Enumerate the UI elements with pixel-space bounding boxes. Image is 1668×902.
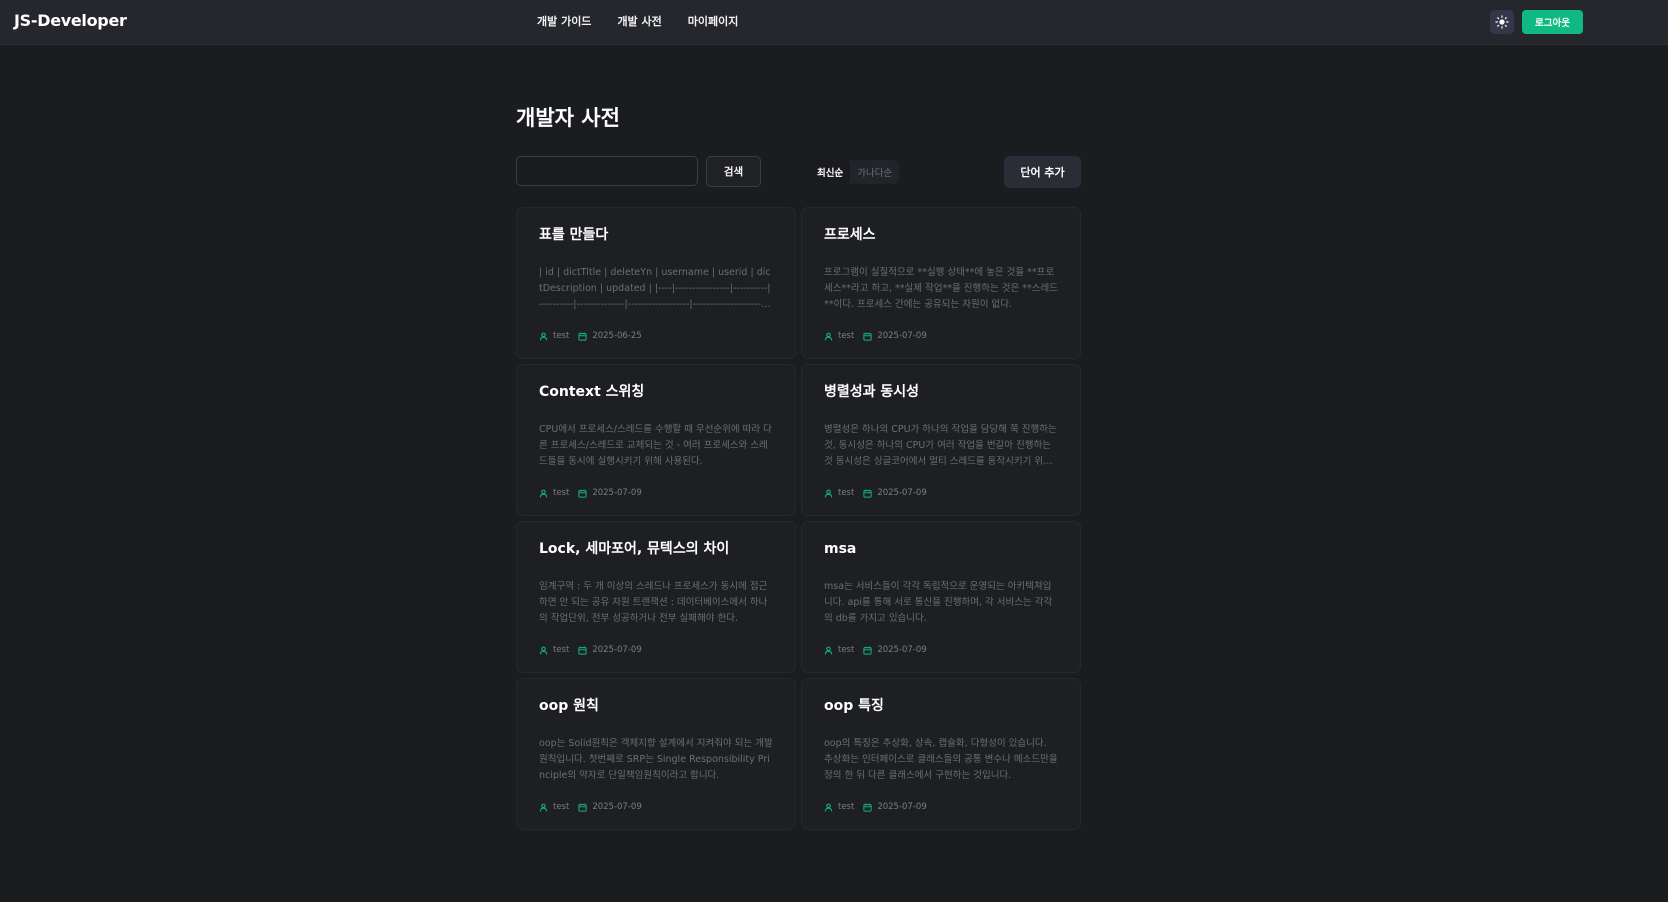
calendar-icon (578, 489, 587, 498)
dictionary-card[interactable]: Context 스위칭 CPU에서 프로세스/스레드를 수행할 때 우선순위에 … (516, 364, 796, 516)
card-title: 표를 만들다 (539, 227, 609, 243)
card-author: test (553, 802, 570, 812)
dictionary-card-grid: 표를 만들다 | id | dictTitle | deleteYn | use… (516, 207, 1081, 830)
search-input[interactable] (516, 156, 698, 186)
card-date: 2025-07-09 (592, 645, 642, 655)
user-icon (539, 332, 548, 340)
card-meta: test 2025-07-09 (824, 802, 927, 812)
user-icon (824, 803, 833, 811)
user-icon (539, 646, 548, 654)
calendar-icon (578, 332, 587, 341)
dictionary-card[interactable]: Lock, 세마포어, 뮤텍스의 차이 임계구역 : 두 개 이상의 스레드나 … (516, 521, 796, 673)
user-icon (539, 489, 548, 497)
user-icon (824, 646, 833, 654)
card-author: test (838, 488, 855, 498)
nav-item-dev-guide[interactable]: 개발 가이드 (537, 13, 591, 29)
card-description: oop는 Solid원칙은 객체지향 설계에서 지켜줘야 되는 개발원칙입니다.… (539, 738, 773, 781)
user-icon (824, 332, 833, 340)
card-meta: test 2025-07-09 (539, 645, 642, 655)
calendar-icon (863, 332, 872, 341)
sort-option-alphabetical[interactable]: 가나다순 (850, 160, 899, 184)
card-author: test (838, 331, 855, 341)
sort-toggle: 최신순 가나다순 (810, 160, 900, 184)
card-meta: test 2025-07-09 (824, 645, 927, 655)
dictionary-card[interactable]: oop 원칙 oop는 Solid원칙은 객체지향 설계에서 지켜줘야 되는 개… (516, 678, 796, 830)
card-title: 병렬성과 동시성 (824, 384, 920, 400)
calendar-icon (578, 646, 587, 655)
calendar-icon (863, 646, 872, 655)
card-title: Lock, 세마포어, 뮤텍스의 차이 (539, 541, 730, 557)
card-title: oop 특징 (824, 698, 884, 714)
card-meta: test 2025-07-09 (824, 488, 927, 498)
calendar-icon (863, 803, 872, 812)
user-icon (539, 803, 548, 811)
card-date: 2025-07-09 (592, 802, 642, 812)
sun-icon (1495, 15, 1509, 29)
calendar-icon (578, 803, 587, 812)
logout-button[interactable]: 로그아웃 (1522, 10, 1583, 34)
card-author: test (838, 802, 855, 812)
card-description: msa는 서비스들이 각각 독립적으로 운영되는 아키텍쳐입니다. api를 통… (824, 581, 1053, 624)
card-author: test (553, 331, 570, 341)
page-title: 개발자 사전 (516, 106, 620, 130)
sort-option-latest[interactable]: 최신순 (810, 160, 851, 184)
dictionary-card[interactable]: oop 특징 oop의 특징은 추상화, 상속, 캡슐화, 다형성이 있습니다.… (801, 678, 1081, 830)
card-date: 2025-07-09 (877, 488, 927, 498)
card-author: test (838, 645, 855, 655)
card-title: 프로세스 (824, 227, 876, 243)
card-date: 2025-07-09 (877, 802, 927, 812)
card-meta: test 2025-06-25 (539, 331, 642, 341)
user-icon (824, 489, 833, 497)
card-description: CPU에서 프로세스/스레드를 수행할 때 우선순위에 따라 다른 프로세스/스… (539, 424, 772, 467)
card-title: Context 스위칭 (539, 384, 645, 400)
calendar-icon (863, 489, 872, 498)
dictionary-card[interactable]: msa msa는 서비스들이 각각 독립적으로 운영되는 아키텍쳐입니다. ap… (801, 521, 1081, 673)
theme-toggle-button[interactable] (1490, 10, 1514, 34)
card-author: test (553, 488, 570, 498)
card-description: 임계구역 : 두 개 이상의 스레드나 프로세스가 동시에 접근하면 안 되는 … (539, 581, 768, 624)
dictionary-card[interactable]: 프로세스 프로그램이 실질적으로 **실행 상태**에 놓은 것을 **프로세스… (801, 207, 1081, 359)
dictionary-card[interactable]: 표를 만들다 | id | dictTitle | deleteYn | use… (516, 207, 796, 359)
card-description: 병렬성은 하나의 CPU가 하나의 작업을 담당해 쭉 진행하는 것, 동시성은… (824, 424, 1057, 467)
card-description: 프로그램이 실질적으로 **실행 상태**에 놓은 것을 **프로세스**라고 … (824, 267, 1058, 310)
card-title: oop 원칙 (539, 698, 599, 714)
card-description: | id | dictTitle | deleteYn | username |… (539, 267, 772, 310)
dictionary-card[interactable]: 병렬성과 동시성 병렬성은 하나의 CPU가 하나의 작업을 담당해 쭉 진행하… (801, 364, 1081, 516)
nav-item-mypage[interactable]: 마이페이지 (688, 13, 739, 29)
card-description: oop의 특징은 추상화, 상속, 캡슐화, 다형성이 있습니다. 추상화는 인… (824, 738, 1058, 781)
card-meta: test 2025-07-09 (539, 488, 642, 498)
card-date: 2025-07-09 (877, 331, 927, 341)
card-date: 2025-07-09 (877, 645, 927, 655)
card-meta: test 2025-07-09 (539, 802, 642, 812)
top-navbar: JS-Developer 개발 가이드 개발 사전 마이페이지 로그아웃 (0, 0, 1668, 45)
main-nav: 개발 가이드 개발 사전 마이페이지 (537, 13, 738, 29)
add-word-button[interactable]: 단어 추가 (1004, 156, 1081, 188)
card-date: 2025-06-25 (592, 331, 642, 341)
search-button[interactable]: 검색 (706, 156, 761, 187)
card-title: msa (824, 541, 857, 557)
card-date: 2025-07-09 (592, 488, 642, 498)
brand-logo[interactable]: JS-Developer (14, 11, 127, 30)
card-author: test (553, 645, 570, 655)
nav-item-dev-dictionary[interactable]: 개발 사전 (617, 13, 661, 29)
card-meta: test 2025-07-09 (824, 331, 927, 341)
